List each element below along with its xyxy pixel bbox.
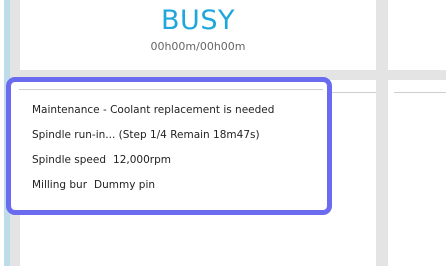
neighbor-panel-top <box>388 0 446 70</box>
machine-info-card[interactable]: Maintenance - Coolant replacement is nee… <box>6 77 332 215</box>
maintenance-message: Maintenance - Coolant replacement is nee… <box>32 104 275 116</box>
spindle-speed-value: 12,000rpm <box>113 154 171 166</box>
main-panel-divider <box>330 92 376 93</box>
status-panel[interactable]: BUSY 00h00m/00h00m <box>20 0 376 70</box>
status-title: BUSY <box>161 5 235 36</box>
machine-status-screen: BUSY 00h00m/00h00m Maintenance - Coolant… <box>0 0 446 266</box>
info-card-divider <box>19 89 323 90</box>
spindle-runin-progress: Spindle run-in... (Step 1/4 Remain 18m47… <box>32 129 260 141</box>
spindle-speed-row: Spindle speed 12,000rpm <box>32 153 171 167</box>
neighbor-panel-bottom <box>388 80 446 266</box>
status-elapsed-time: 00h00m/00h00m <box>150 40 246 53</box>
milling-bur-label: Milling bur <box>32 179 88 191</box>
milling-bur-row: Milling bur Dummy pin <box>32 178 155 192</box>
grid-gutter-right <box>376 0 388 266</box>
spindle-speed-label: Spindle speed <box>32 154 107 166</box>
milling-bur-value: Dummy pin <box>94 179 156 191</box>
neighbor-panel-divider <box>394 92 446 93</box>
